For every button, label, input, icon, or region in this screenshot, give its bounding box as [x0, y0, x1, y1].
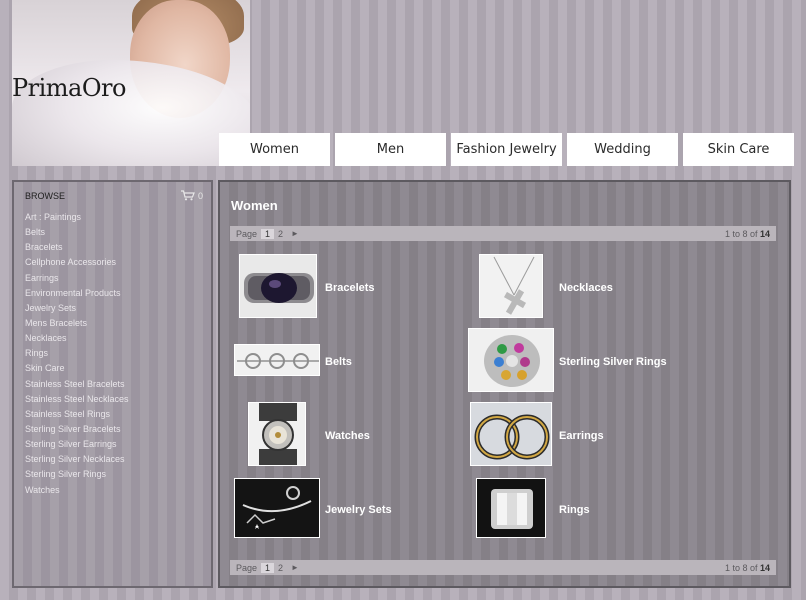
pager-bottom: Page 1 2 ► 1 to 8 of 14 — [230, 560, 776, 575]
main-content: Women Page 1 2 ► 1 to 8 of 14 Bracelets — [218, 180, 791, 588]
page-1-link[interactable]: 1 — [261, 562, 275, 573]
category-link[interactable]: Watches — [25, 483, 129, 498]
nav-fashion-jewelry[interactable]: Fashion Jewelry — [451, 133, 562, 166]
product-thumbnail[interactable] — [468, 328, 554, 392]
nav-men[interactable]: Men — [335, 133, 446, 166]
page-label: Page — [236, 562, 258, 573]
category-link[interactable]: Cellphone Accessories — [25, 255, 129, 270]
product-name[interactable]: Rings — [559, 504, 590, 516]
category-link[interactable]: Jewelry Sets — [25, 301, 129, 316]
browse-title: BROWSE — [25, 191, 66, 201]
product-name[interactable]: Sterling Silver Rings — [559, 356, 667, 368]
nav-wedding[interactable]: Wedding — [567, 133, 678, 166]
main-nav: Women Men Fashion Jewelry Wedding Skin C… — [219, 133, 794, 166]
result-range: 1 to 8 of 14 — [724, 228, 770, 239]
category-link[interactable]: Sterling Silver Necklaces — [25, 452, 129, 467]
category-link[interactable]: Mens Bracelets — [25, 316, 129, 331]
pager-top: Page 1 2 ► 1 to 8 of 14 — [230, 226, 776, 241]
category-link[interactable]: Belts — [25, 225, 129, 240]
category-link[interactable]: Necklaces — [25, 331, 129, 346]
header: PrimaOro Women Men Fashion Jewelry Weddi… — [0, 0, 806, 170]
cart-count: 0 — [197, 190, 203, 201]
page-label: Page — [236, 228, 258, 239]
cart-widget[interactable]: 0 — [180, 190, 203, 201]
arrow-right-icon[interactable]: ► — [291, 229, 299, 238]
category-link[interactable]: Environmental Products — [25, 286, 129, 301]
arrow-right-icon[interactable]: ► — [291, 563, 299, 572]
nav-women[interactable]: Women — [219, 133, 330, 166]
product-thumbnail[interactable] — [234, 344, 320, 376]
page-2-link[interactable]: 2 — [274, 563, 287, 573]
category-link[interactable]: Sterling Silver Bracelets — [25, 422, 129, 437]
page-title: Women — [231, 198, 278, 213]
browse-sidebar: BROWSE 0 Art : Paintings Belts Bracelets… — [12, 180, 213, 588]
category-link[interactable]: Earrings — [25, 271, 129, 286]
product-name[interactable]: Jewelry Sets — [325, 504, 392, 516]
category-link[interactable]: Sterling Silver Earrings — [25, 437, 129, 452]
product-thumbnail[interactable] — [476, 478, 546, 538]
category-link[interactable]: Rings — [25, 346, 129, 361]
product-thumbnail[interactable] — [234, 478, 320, 538]
page-2-link[interactable]: 2 — [274, 229, 287, 239]
product-name[interactable]: Watches — [325, 430, 370, 442]
shopping-cart-icon[interactable] — [180, 190, 195, 201]
category-list: Art : Paintings Belts Bracelets Cellphon… — [25, 210, 129, 498]
category-link[interactable]: Bracelets — [25, 240, 129, 255]
category-link[interactable]: Stainless Steel Necklaces — [25, 392, 129, 407]
category-link[interactable]: Art : Paintings — [25, 210, 129, 225]
site-logo[interactable]: PrimaOro — [12, 74, 126, 102]
category-link[interactable]: Skin Care — [25, 361, 129, 376]
category-link[interactable]: Sterling Silver Rings — [25, 467, 129, 482]
category-link[interactable]: Stainless Steel Bracelets — [25, 377, 129, 392]
product-thumbnail[interactable] — [470, 402, 552, 466]
category-link[interactable]: Stainless Steel Rings — [25, 407, 129, 422]
nav-skin-care[interactable]: Skin Care — [683, 133, 794, 166]
product-thumbnail[interactable] — [248, 402, 306, 466]
product-name[interactable]: Necklaces — [559, 282, 613, 294]
product-thumbnail[interactable] — [239, 254, 317, 318]
product-thumbnail[interactable] — [479, 254, 543, 318]
product-name[interactable]: Bracelets — [325, 282, 375, 294]
result-range: 1 to 8 of 14 — [724, 562, 770, 573]
product-name[interactable]: Belts — [325, 356, 352, 368]
product-name[interactable]: Earrings — [559, 430, 604, 442]
page-1-link[interactable]: 1 — [261, 228, 275, 239]
